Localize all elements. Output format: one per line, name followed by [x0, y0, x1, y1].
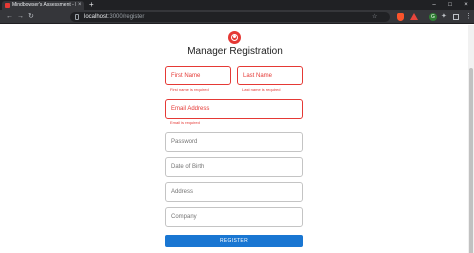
page-title: Manager Registration: [187, 46, 283, 57]
page-info-icon[interactable]: [75, 14, 79, 20]
brave-rewards-icon[interactable]: [410, 13, 418, 20]
address-host: localhost: [84, 14, 108, 20]
tab-title: Mindbowser's Assessment - Emp...: [12, 2, 76, 8]
last-name-field[interactable]: Last Name: [237, 66, 303, 85]
address-url: localhost:3000/register: [84, 13, 144, 21]
first-name-error: First name is required: [170, 87, 209, 92]
new-tab-button[interactable]: +: [89, 0, 94, 10]
extensions-puzzle-icon[interactable]: ✦: [441, 12, 447, 22]
first-name-field[interactable]: First Name: [165, 66, 231, 85]
address-bar[interactable]: localhost:3000/register ☆: [70, 12, 390, 22]
reload-icon[interactable]: ↻: [28, 12, 34, 22]
first-name-label: First Name: [171, 72, 201, 79]
browser-tab[interactable]: Mindbowser's Assessment - Emp... ×: [2, 1, 84, 10]
avatar-head: [233, 35, 236, 38]
sidebar-toggle-icon[interactable]: [453, 14, 459, 20]
browser-tab-bar: Mindbowser's Assessment - Emp... × + – □…: [0, 0, 474, 10]
maximize-button[interactable]: □: [442, 0, 458, 10]
email-error: Email is required: [170, 120, 200, 125]
minimize-button[interactable]: –: [426, 0, 442, 10]
browser-menu-icon[interactable]: ⋮: [465, 12, 472, 22]
brave-shield-icon[interactable]: [397, 13, 404, 21]
address-label: Address: [171, 189, 194, 195]
last-name-label: Last Name: [243, 72, 273, 79]
company-field[interactable]: Company: [165, 207, 303, 227]
date-of-birth-label: Date of Birth: [171, 164, 205, 170]
browser-toolbar: ← → ↻ localhost:3000/register ☆ G ✦ ⋮: [0, 10, 474, 24]
scrollbar-thumb[interactable]: [469, 68, 473, 253]
password-label: Password: [171, 139, 198, 145]
back-icon[interactable]: ←: [6, 12, 13, 22]
favicon-icon: [5, 3, 10, 8]
forward-icon[interactable]: →: [17, 12, 24, 22]
address-path: :3000/register: [107, 14, 145, 20]
date-of-birth-field[interactable]: Date of Birth: [165, 157, 303, 177]
window-controls: – □ ×: [426, 0, 474, 10]
password-field[interactable]: Password: [165, 132, 303, 152]
account-circle-icon: [228, 31, 241, 44]
bookmark-star-icon[interactable]: ☆: [372, 13, 377, 21]
email-field[interactable]: Email Address: [165, 99, 303, 119]
tab-close-icon[interactable]: ×: [78, 2, 82, 9]
extension-g-icon[interactable]: G: [429, 13, 437, 21]
close-window-button[interactable]: ×: [458, 0, 474, 10]
page-scrollbar[interactable]: [468, 25, 474, 253]
company-label: Company: [171, 214, 197, 220]
email-label: Email Address: [171, 106, 210, 112]
last-name-error: Last name is required: [242, 87, 281, 92]
address-field[interactable]: Address: [165, 182, 303, 202]
register-button[interactable]: REGISTER: [165, 235, 303, 247]
